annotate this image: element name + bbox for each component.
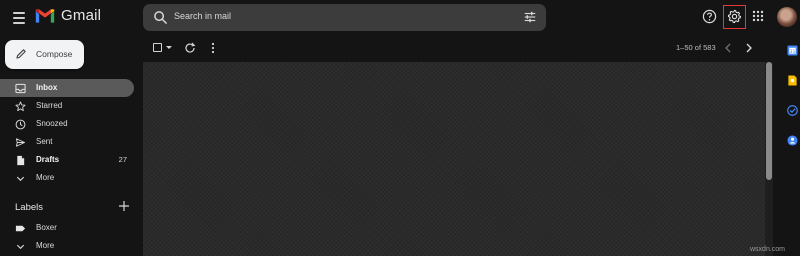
sidebar-item-drafts[interactable]: Drafts 27 — [0, 151, 134, 169]
pagination-count: 1–50 of 583 — [676, 43, 716, 52]
keep-icon[interactable] — [787, 75, 798, 86]
apps-grid-icon[interactable] — [752, 10, 764, 22]
labels-heading: Labels — [15, 202, 43, 213]
labels-list: Boxer More — [0, 219, 134, 255]
menu-icon-bar — [13, 12, 25, 14]
gmail-logo[interactable]: Gmail — [35, 7, 101, 24]
sidebar-item-more[interactable]: More — [0, 169, 134, 187]
sidebar-item-label: More — [36, 173, 55, 182]
sidebar-item-label: Snoozed — [36, 119, 68, 128]
sidebar-item-snoozed[interactable]: Snoozed — [0, 115, 134, 133]
svg-text:31: 31 — [790, 49, 796, 55]
calendar-icon[interactable]: 31 — [787, 45, 798, 56]
label-item-more[interactable]: More — [0, 237, 134, 255]
menu-icon-bar — [13, 17, 25, 19]
search-bar[interactable]: Search in mail — [143, 4, 546, 31]
avatar[interactable] — [777, 7, 797, 27]
chevron-left-icon[interactable] — [722, 41, 734, 55]
select-all-checkbox[interactable] — [153, 43, 162, 52]
send-icon — [15, 138, 26, 147]
chevron-down-icon — [16, 244, 25, 250]
chevron-down-icon — [16, 176, 25, 182]
top-bar: Gmail Search in mail — [0, 0, 800, 36]
compose-button[interactable]: Compose — [5, 40, 84, 69]
contacts-icon[interactable] — [787, 135, 798, 146]
sidebar-item-sent[interactable]: Sent — [0, 133, 134, 151]
sidebar-item-starred[interactable]: Starred — [0, 97, 134, 115]
sidebar-item-label: Inbox — [36, 83, 58, 92]
refresh-icon[interactable] — [184, 42, 196, 54]
select-dropdown-caret-icon[interactable] — [166, 46, 172, 49]
mail-toolbar: 1–50 of 583 — [143, 36, 773, 60]
search-icon[interactable] — [153, 10, 168, 25]
watermark: wsxdn.com — [750, 246, 786, 253]
scrollbar-thumb[interactable] — [766, 62, 772, 180]
menu-icon-bar — [13, 22, 25, 24]
sidebar-item-label: Drafts — [36, 155, 60, 164]
sidebar-item-inbox[interactable]: Inbox — [0, 79, 134, 97]
search-input[interactable]: Search in mail — [174, 11, 231, 21]
mail-list-area[interactable] — [143, 62, 765, 256]
pencil-icon — [16, 49, 26, 59]
draft-icon — [17, 155, 25, 166]
sidebar-item-label: Starred — [36, 101, 63, 110]
help-icon[interactable] — [702, 9, 717, 24]
drafts-count: 27 — [118, 155, 127, 164]
compose-label: Compose — [36, 49, 73, 59]
sidebar-nav: Inbox Starred Snoozed Sent Drafts 27 Mor… — [0, 79, 134, 187]
label-item-label: Boxer — [36, 223, 57, 232]
clock-icon — [15, 119, 26, 130]
gmail-logo-icon — [35, 8, 55, 23]
app-name: Gmail — [61, 7, 102, 24]
add-label-icon[interactable] — [118, 200, 130, 212]
star-icon — [15, 101, 26, 112]
tune-icon[interactable] — [523, 10, 537, 24]
main-menu-button[interactable] — [10, 9, 28, 27]
sidebar-item-label: Sent — [36, 137, 53, 146]
label-icon — [15, 225, 26, 232]
label-item-label: More — [36, 241, 55, 250]
chevron-right-icon[interactable] — [743, 41, 755, 55]
inbox-icon — [15, 83, 26, 94]
tasks-icon[interactable] — [787, 105, 798, 116]
more-vert-icon[interactable] — [208, 42, 218, 54]
gear-icon[interactable] — [727, 9, 742, 24]
label-item-boxer[interactable]: Boxer — [0, 219, 134, 237]
